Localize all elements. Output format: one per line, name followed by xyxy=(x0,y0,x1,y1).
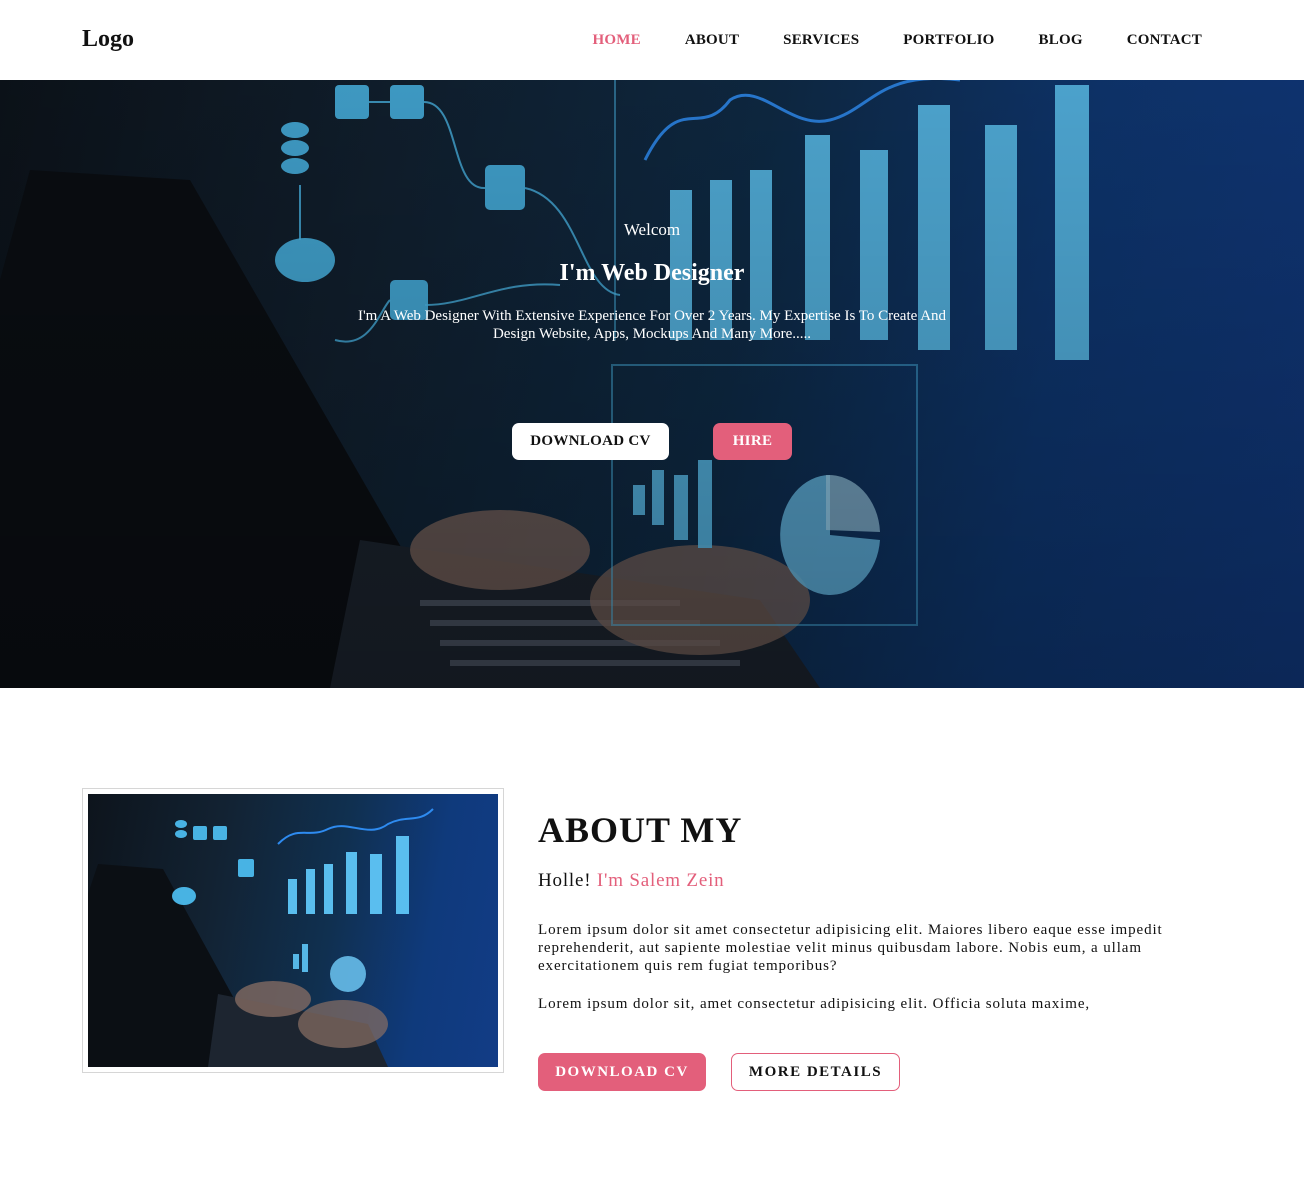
hero-description: I'm A Web Designer With Extensive Experi… xyxy=(357,308,947,342)
hero-download-cv-button[interactable]: DOWNLOAD CV xyxy=(512,423,669,460)
about-paragraph-1: Lorem ipsum dolor sit amet consectetur a… xyxy=(538,922,1163,974)
hero-section: Welcom I'm Web Designer I'm A Web Design… xyxy=(0,80,1304,688)
about-more-details-button[interactable]: MORE DETAILS xyxy=(731,1053,900,1091)
about-image xyxy=(88,794,498,1067)
hero-welcome-text: Welcom xyxy=(623,220,681,239)
main-menu: HOME ABOUT SERVICES PORTFOLIO BLOG CONTA… xyxy=(549,32,1203,49)
about-title: ABOUT MY xyxy=(538,810,743,850)
hero-hire-button[interactable]: HIRE xyxy=(713,423,792,460)
nav-item-services[interactable]: SERVICES xyxy=(783,32,859,49)
nav-item-portfolio[interactable]: PORTFOLIO xyxy=(903,32,994,49)
top-navbar: Logo HOME ABOUT SERVICES PORTFOLIO BLOG … xyxy=(0,0,1304,80)
hero-title: I'm Web Designer xyxy=(559,260,745,286)
about-greeting: Holle! I'm Salem Zein xyxy=(538,870,724,892)
nav-item-contact[interactable]: CONTACT xyxy=(1127,32,1202,49)
about-paragraph-2: Lorem ipsum dolor sit, amet consectetur … xyxy=(538,996,1091,1012)
nav-item-home[interactable]: HOME xyxy=(593,32,641,49)
nav-item-about[interactable]: ABOUT xyxy=(685,32,739,49)
logo[interactable]: Logo xyxy=(82,26,134,53)
about-download-cv-button[interactable]: DOWNLOAD CV xyxy=(538,1053,706,1091)
about-image-frame xyxy=(82,788,504,1073)
hero-background-image xyxy=(0,80,1304,688)
about-name: I'm Salem Zein xyxy=(596,870,725,891)
about-hello-text: Holle! xyxy=(538,870,592,891)
nav-item-blog[interactable]: BLOG xyxy=(1039,32,1083,49)
